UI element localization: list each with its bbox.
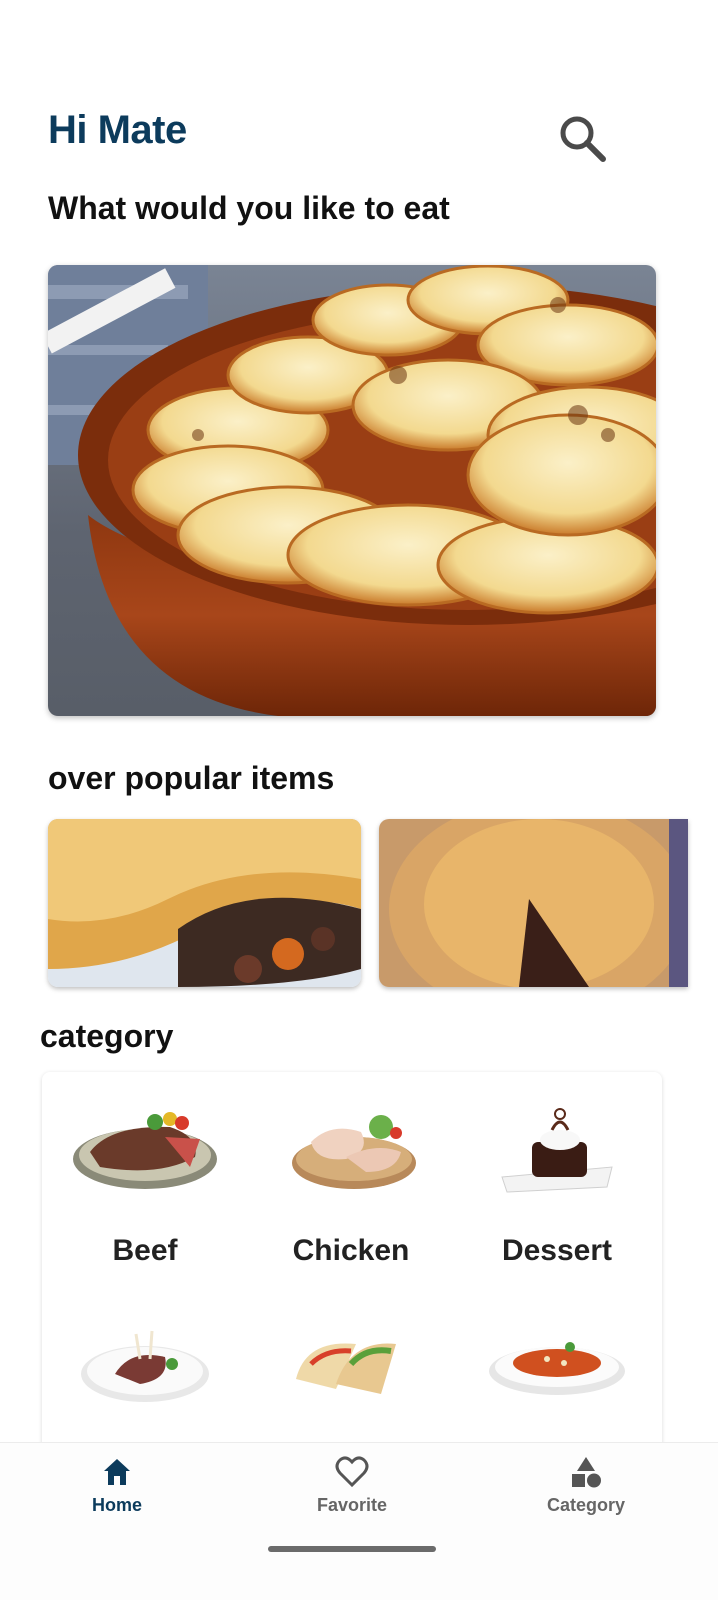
greeting-title: Hi Mate — [48, 108, 187, 152]
nav-item-home[interactable]: Home — [17, 1455, 217, 1535]
category-item-chicken[interactable]: Chicken — [248, 1072, 454, 1282]
category-label: Beef — [112, 1234, 178, 1267]
search-icon — [560, 116, 606, 162]
gratin-illustration — [48, 265, 656, 716]
shapes-icon — [572, 1457, 601, 1488]
beef-image — [42, 1072, 248, 1222]
tacos-image — [248, 1284, 454, 1434]
home-indicator[interactable] — [268, 1546, 436, 1552]
category-label: Chicken — [292, 1234, 410, 1267]
nav-item-favorite[interactable]: Favorite — [252, 1455, 452, 1535]
popular-item-card[interactable] — [379, 819, 688, 987]
popular-item-card[interactable] — [48, 819, 361, 987]
page-subtitle: What would you like to eat — [48, 190, 450, 226]
pasta-image — [454, 1284, 660, 1434]
search-button[interactable] — [550, 106, 614, 170]
home-icon — [104, 1459, 130, 1485]
featured-meal-image[interactable] — [48, 265, 656, 716]
nav-label: Home — [91, 1495, 142, 1515]
dessert-image — [454, 1072, 660, 1222]
category-label: Dessert — [501, 1234, 613, 1267]
nav-item-category[interactable]: Category — [486, 1455, 686, 1535]
bottom-navigation: Home Favorite Category — [0, 1442, 718, 1600]
category-item-beef[interactable]: Beef — [42, 1072, 248, 1282]
chicken-image — [248, 1072, 454, 1222]
category-grid: Beef Chicken Dessert — [42, 1072, 662, 1452]
home-screen: Hi Mate What would you like to eat over … — [0, 0, 718, 1600]
nav-label: Favorite — [316, 1495, 388, 1515]
category-heading: category — [40, 1018, 174, 1054]
pie-image — [379, 819, 688, 987]
nav-label: Category — [546, 1495, 626, 1515]
heart-icon — [335, 1456, 369, 1488]
lamb-image — [42, 1284, 248, 1434]
pie-image — [48, 819, 361, 987]
category-item-dessert[interactable]: Dessert — [454, 1072, 660, 1282]
popular-items-heading: over popular items — [48, 760, 335, 796]
